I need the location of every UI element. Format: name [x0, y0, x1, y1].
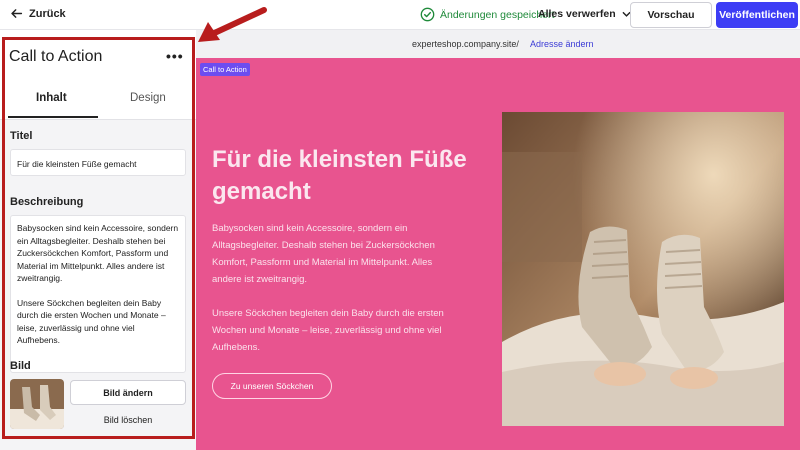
more-horizontal-icon[interactable]: •••: [166, 48, 184, 64]
description-paragraph-2: Unsere Söckchen begleiten dein Baby durc…: [17, 297, 166, 346]
hero-title: Für die kleinsten Füße gemacht: [212, 146, 467, 205]
description-section-label: Beschreibung: [10, 196, 84, 208]
image-thumbnail[interactable]: [10, 379, 64, 429]
panel-header: Call to Action •••: [0, 30, 196, 74]
check-circle-icon: [420, 7, 435, 22]
url-bar: experteshop.company.site/ Adresse ändern: [196, 30, 800, 58]
discard-all-dropdown[interactable]: Alles verwerfen: [538, 8, 631, 20]
settings-panel: Call to Action ••• Inhalt Design Titel F…: [0, 30, 196, 450]
back-link[interactable]: Zurück: [10, 7, 66, 20]
hero-paragraph-1: Babysocken sind kein Accessoire, sondern…: [212, 223, 435, 285]
preview-button[interactable]: Vorschau: [630, 2, 712, 28]
discard-all-label: Alles verwerfen: [538, 8, 616, 20]
arrow-left-icon: [11, 9, 23, 18]
annotation-arrow-icon: [198, 7, 267, 42]
hero-description: Babysocken sind kein Accessoire, sondern…: [212, 220, 444, 356]
publish-button[interactable]: Veröffentlichen: [716, 2, 798, 28]
active-tab-indicator: [8, 116, 98, 118]
change-image-button[interactable]: Bild ändern: [70, 380, 186, 405]
hero-paragraph-2: Unsere Söckchen begleiten dein Baby durc…: [212, 308, 444, 353]
hero-image: [502, 112, 784, 426]
delete-image-button[interactable]: Bild löschen: [70, 411, 186, 429]
editor-window: Zurück Änderungen gespeichert Alles verw…: [0, 0, 800, 450]
tab-inhalt[interactable]: Inhalt: [36, 92, 67, 104]
save-status: Änderungen gespeichert: [420, 7, 554, 22]
tab-design[interactable]: Design: [130, 92, 166, 104]
site-url: experteshop.company.site/: [412, 39, 519, 49]
cta-button[interactable]: Zu unseren Söckchen: [212, 373, 332, 399]
block-tag[interactable]: Call to Action: [200, 63, 250, 76]
description-paragraph-1: Babysocken sind kein Accessoire, sondern…: [17, 223, 179, 283]
description-textarea[interactable]: Babysocken sind kein Accessoire, sondern…: [10, 215, 186, 373]
panel-title: Call to Action: [9, 48, 103, 65]
title-input[interactable]: Für die kleinsten Füße gemacht: [10, 149, 186, 176]
panel-tabs: Inhalt Design: [0, 74, 196, 120]
title-section-label: Titel: [10, 130, 33, 142]
back-label: Zurück: [29, 7, 66, 20]
change-address-link[interactable]: Adresse ändern: [530, 39, 594, 49]
top-bar: Zurück Änderungen gespeichert Alles verw…: [0, 0, 800, 30]
image-section-label: Bild: [10, 360, 31, 372]
